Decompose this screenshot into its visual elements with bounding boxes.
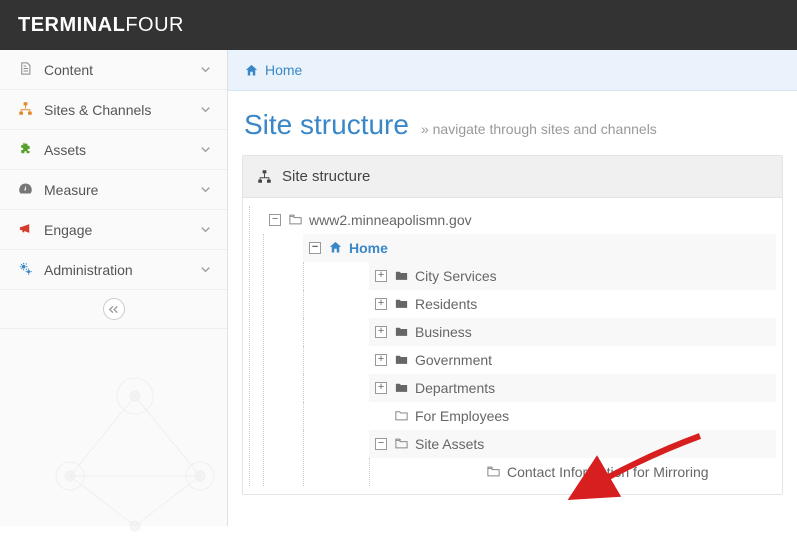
collapse-icon[interactable]: − [269,214,281,226]
site-structure-panel: Site structure − www2.minneapolismn.gov [242,155,783,495]
chevron-down-icon [198,222,213,238]
folder-solid [393,352,409,368]
collapse-icon[interactable]: − [309,242,321,254]
tree-node[interactable]: + Departments [369,374,776,402]
tree-node-root[interactable]: − www2.minneapolismn.gov [263,206,776,234]
expand-icon[interactable]: + [375,298,387,310]
tree-node[interactable]: − Site Assets [369,430,776,458]
tree-node-label: City Services [415,268,497,284]
breadcrumb: Home [228,50,797,91]
panel-header: Site structure [243,156,782,198]
sidebar-collapse-row [0,290,227,329]
sidebar-item-label: Assets [44,142,198,158]
tree-node[interactable]: Contact Information for Mirroring [461,458,776,486]
tree-node[interactable]: + Residents [369,290,776,318]
folder-solid [393,268,409,284]
chevron-down-icon [198,62,213,78]
sidebar-item-label: Content [44,62,198,78]
tree-node-label: Departments [415,380,495,396]
sidebar-item-measure[interactable]: Measure [0,170,227,210]
app-header: TERMINALFOUR [0,0,797,50]
chevron-down-icon [198,142,213,158]
sidebar-item-engage[interactable]: Engage [0,210,227,250]
sidebar-item-content[interactable]: Content [0,50,227,90]
tree-node-label: Government [415,352,492,368]
panel-title: Site structure [282,168,370,185]
tree-node[interactable]: For Employees [369,402,776,430]
sidebar-item-label: Engage [44,222,198,238]
sidebar-item-assets[interactable]: Assets [0,130,227,170]
home-icon [327,240,343,256]
tree-node-label: Business [415,324,472,340]
decorative-network-graphic [40,356,230,546]
chevron-down-icon [198,102,213,118]
sidebar-item-label: Measure [44,182,198,198]
tree-node-label: Residents [415,296,477,312]
folder-outline [393,408,409,424]
expand-icon[interactable]: + [375,270,387,282]
expand-icon[interactable]: + [375,354,387,366]
tree-node[interactable]: + Government [369,346,776,374]
chevron-down-icon [198,182,213,198]
tree-node-label: For Employees [415,408,509,424]
spacer [375,410,387,422]
sidebar-collapse-button[interactable] [103,298,125,320]
folder-open-outline [393,436,409,452]
tree-node-label: Home [349,240,388,256]
gears-icon [14,261,36,278]
sidebar-item-administration[interactable]: Administration [0,250,227,290]
expand-icon[interactable]: + [375,382,387,394]
document-icon [14,61,36,78]
sitemap-icon [257,169,272,184]
site-tree: − www2.minneapolismn.gov − Home [243,198,782,494]
folder-open-outline [485,464,501,480]
tree-node-label: Site Assets [415,436,484,452]
chevron-down-icon [198,262,213,278]
puzzle-icon [14,141,36,158]
tree-node-home[interactable]: − Home [303,234,776,262]
brand-part1: TERMINAL [18,14,125,36]
sidebar-item-label: Sites & Channels [44,102,198,118]
page-title: Site structure [244,109,409,141]
tree-node[interactable]: + Business [369,318,776,346]
sidebar: Content Sites & Channels Assets Measure Enga… [0,50,228,526]
page-title-row: Site structure » navigate through sites … [228,91,797,155]
megaphone-icon [14,221,36,238]
folder-solid [393,296,409,312]
dashboard-icon [14,181,36,198]
folder-solid [393,380,409,396]
expand-icon[interactable]: + [375,326,387,338]
collapse-icon[interactable]: − [375,438,387,450]
home-icon [244,63,259,78]
tree-node[interactable]: + City Services [369,262,776,290]
breadcrumb-home-link[interactable]: Home [265,62,302,78]
brand-part2: FOUR [125,14,184,36]
tree-node-label: Contact Information for Mirroring [507,464,709,480]
tree-node-label: www2.minneapolismn.gov [309,212,472,228]
page-subtitle: » navigate through sites and channels [421,121,657,137]
chevron-double-left-icon [106,302,121,317]
brand-logo[interactable]: TERMINALFOUR [18,14,184,37]
sidebar-item-sites-channels[interactable]: Sites & Channels [0,90,227,130]
folder-solid [393,324,409,340]
main-content: Home Site structure » navigate through s… [228,50,797,526]
spacer [467,466,479,478]
sitemap-icon [14,101,36,118]
folder-open-icon [287,212,303,228]
sidebar-item-label: Administration [44,262,198,278]
